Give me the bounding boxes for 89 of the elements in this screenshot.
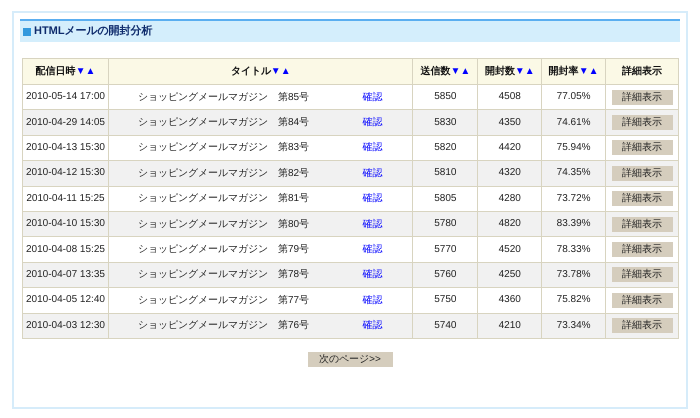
sort-descending-link[interactable]: ▼ bbox=[578, 66, 589, 77]
title-cell-text: ショッピングメールマガジン 第79号 bbox=[138, 243, 310, 258]
open-rate-cell: 78.33% bbox=[556, 244, 591, 255]
details-button[interactable]: 詳細表示 bbox=[612, 267, 673, 282]
sent-count-cell: 5750 bbox=[434, 294, 456, 306]
opened-count-cell: 4360 bbox=[498, 294, 521, 306]
confirm-link[interactable]: 確認 bbox=[362, 191, 382, 206]
confirm-link[interactable]: 確認 bbox=[362, 292, 382, 308]
sent-count-cell: 5810 bbox=[434, 167, 456, 178]
confirm-link[interactable]: 確認 bbox=[362, 115, 382, 130]
date-cell: 2010-04-29 14:05 bbox=[26, 116, 105, 128]
date-cell: 2010-04-08 15:25 bbox=[26, 244, 105, 255]
title-cell-text: ショッピングメールマガジン 第76号 bbox=[138, 319, 310, 334]
sort-ascending-link[interactable]: ▲ bbox=[524, 66, 535, 77]
sent-count-cell: 5805 bbox=[434, 192, 456, 204]
details-button[interactable]: 詳細表示 bbox=[612, 140, 673, 156]
title-cell-text: ショッピングメールマガジン 第80号 bbox=[138, 218, 310, 232]
opened-count-cell: 4320 bbox=[498, 167, 521, 178]
sort-descending-link[interactable]: ▼ bbox=[76, 66, 86, 77]
opened-count-cell: 4280 bbox=[498, 192, 521, 204]
confirm-link[interactable]: 確認 bbox=[362, 318, 382, 334]
confirm-link[interactable]: 確認 bbox=[362, 267, 382, 282]
details-button[interactable]: 詳細表示 bbox=[612, 191, 673, 206]
sort-ascending-link[interactable]: ▲ bbox=[85, 66, 96, 77]
title-cell-text: ショッピングメールマガジン 第82号 bbox=[138, 166, 310, 181]
details-button[interactable]: 詳細表示 bbox=[612, 292, 673, 308]
title-cell-text: ショッピングメールマガジン 第77号 bbox=[138, 294, 310, 308]
sort-descending-link[interactable]: ▼ bbox=[270, 66, 281, 77]
sort-ascending-link[interactable]: ▲ bbox=[280, 66, 291, 77]
sent-count-cell: 5770 bbox=[434, 244, 456, 255]
column-header: 開封率 bbox=[548, 66, 579, 77]
date-cell: 2010-04-10 15:30 bbox=[26, 218, 105, 230]
date-cell: 2010-04-13 15:30 bbox=[26, 142, 105, 153]
open-rate-cell: 73.72% bbox=[556, 192, 591, 204]
open-rate-cell: 75.82% bbox=[556, 294, 591, 306]
sent-count-cell: 5740 bbox=[434, 320, 456, 331]
next-page-button[interactable]: 次のページ>> bbox=[308, 352, 392, 367]
sent-count-cell: 5760 bbox=[434, 268, 456, 280]
panel-title: HTMLメールの開封分析 bbox=[34, 24, 153, 40]
open-rate-cell: 74.61% bbox=[556, 116, 591, 128]
title-cell-text: ショッピングメールマガジン 第85号 bbox=[138, 90, 310, 105]
column-header: タイトル bbox=[230, 66, 271, 77]
column-header: 送信数 bbox=[420, 66, 450, 77]
date-cell: 2010-04-05 12:40 bbox=[26, 294, 105, 306]
open-rate-cell: 83.39% bbox=[556, 218, 591, 230]
confirm-link[interactable]: 確認 bbox=[362, 242, 382, 258]
sort-descending-link[interactable]: ▼ bbox=[450, 66, 460, 77]
opened-count-cell: 4250 bbox=[498, 268, 521, 280]
confirm-link[interactable]: 確認 bbox=[362, 90, 382, 105]
sort-ascending-link[interactable]: ▲ bbox=[588, 66, 599, 77]
sort-descending-link[interactable]: ▼ bbox=[514, 66, 525, 77]
open-rate-cell: 75.94% bbox=[556, 142, 591, 153]
date-cell: 2010-04-12 15:30 bbox=[26, 167, 105, 178]
details-button[interactable]: 詳細表示 bbox=[612, 242, 673, 258]
opened-count-cell: 4350 bbox=[498, 116, 521, 128]
sent-count-cell: 5780 bbox=[434, 218, 456, 230]
sent-count-cell: 5850 bbox=[434, 91, 456, 102]
open-rate-cell: 74.35% bbox=[556, 167, 591, 178]
confirm-link[interactable]: 確認 bbox=[362, 216, 382, 232]
confirm-link[interactable]: 確認 bbox=[362, 166, 382, 181]
date-cell: 2010-04-11 15:25 bbox=[26, 192, 105, 204]
date-cell: 2010-05-14 17:00 bbox=[26, 91, 105, 102]
opened-count-cell: 4420 bbox=[498, 142, 521, 153]
title-cell-text: ショッピングメールマガジン 第81号 bbox=[138, 192, 310, 206]
title-cell-text: ショッピングメールマガジン 第78号 bbox=[138, 268, 310, 282]
title-cell-text: ショッピングメールマガジン 第83号 bbox=[138, 141, 310, 156]
details-button[interactable]: 詳細表示 bbox=[612, 115, 673, 130]
header-square-icon bbox=[23, 28, 31, 36]
details-button[interactable]: 詳細表示 bbox=[612, 166, 673, 181]
details-button[interactable]: 詳細表示 bbox=[612, 318, 673, 334]
sent-count-cell: 5820 bbox=[434, 142, 456, 153]
title-cell-text: ショッピングメールマガジン 第84号 bbox=[138, 116, 310, 130]
details-button[interactable]: 詳細表示 bbox=[612, 90, 673, 105]
open-rate-cell: 77.05% bbox=[556, 91, 591, 102]
sent-count-cell: 5830 bbox=[434, 116, 456, 128]
column-header: 詳細表示 bbox=[622, 66, 662, 77]
date-cell: 2010-04-07 13:35 bbox=[26, 268, 105, 280]
sort-ascending-link[interactable]: ▲ bbox=[460, 66, 470, 77]
opened-count-cell: 4520 bbox=[498, 244, 521, 255]
opened-count-cell: 4508 bbox=[498, 91, 521, 102]
opened-count-cell: 4820 bbox=[498, 218, 521, 230]
details-button[interactable]: 詳細表示 bbox=[612, 216, 673, 232]
open-rate-cell: 73.34% bbox=[556, 320, 591, 331]
opened-count-cell: 4210 bbox=[498, 320, 521, 331]
date-cell: 2010-04-03 12:30 bbox=[26, 320, 105, 331]
open-rate-cell: 73.78% bbox=[556, 268, 591, 280]
column-header: 開封数 bbox=[484, 66, 515, 77]
column-header: 配信日時 bbox=[36, 66, 76, 77]
confirm-link[interactable]: 確認 bbox=[362, 140, 382, 156]
